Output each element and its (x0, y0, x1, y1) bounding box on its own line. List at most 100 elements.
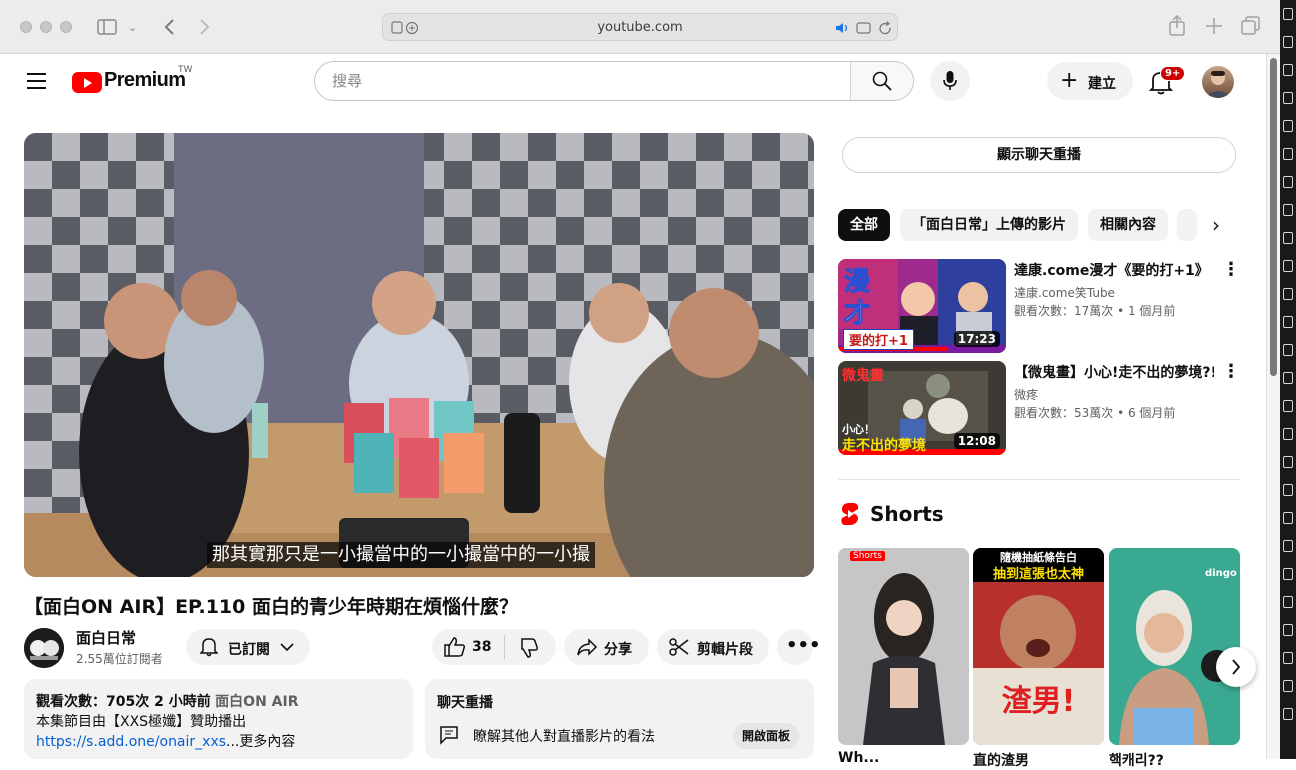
channel-avatar[interactable] (24, 628, 64, 668)
thumbnail-text: 才 (843, 299, 871, 330)
background-window-strip (1280, 0, 1296, 759)
show-more-button[interactable]: ...更多內容 (226, 734, 295, 750)
share-arrow-icon (577, 638, 598, 656)
youtube-logo-icon[interactable] (72, 72, 102, 93)
window-zoom-button[interactable] (60, 21, 72, 33)
thumbs-down-icon[interactable] (517, 638, 539, 658)
forward-icon[interactable] (199, 18, 211, 36)
video-thumbnail[interactable]: 漫 才 要的打+1 17:23 (838, 259, 1006, 353)
chip-related[interactable]: 相關內容 (1088, 209, 1168, 241)
description-line: 本集節目由【XXS極孅】贊助播出 (36, 714, 247, 730)
chat-replay-text: 瞭解其他人對直播影片的看法 (473, 729, 655, 745)
more-actions-button[interactable]: ••• (777, 629, 821, 665)
clip-button[interactable]: 剪輯片段 (657, 629, 769, 665)
like-count[interactable]: 38 (472, 639, 491, 655)
recommendation-item[interactable]: 漫 才 要的打+1 17:23 達康.come漫才《要的打+1》 達康.come… (838, 259, 1240, 353)
sidebar-toggle-icon[interactable] (97, 19, 117, 35)
recommendation-item[interactable]: 微鬼畫 小心！ 走不出的夢境 12:08 【微鬼畫】小心!走不出的夢境?! 微疼… (838, 361, 1240, 455)
thumbnail-text: 走不出的夢境 (842, 438, 926, 454)
chat-replay-title: 聊天重播 (437, 695, 493, 711)
search-input[interactable]: 搜尋 (315, 62, 851, 100)
section-divider (838, 479, 1240, 480)
browser-toolbar: ⌄ youtube.com (0, 0, 1280, 54)
shorts-next-button[interactable] (1216, 647, 1256, 687)
subscribed-button[interactable]: 已訂閱 (186, 629, 310, 665)
address-bar[interactable]: youtube.com (382, 13, 898, 41)
short-overlay-text: dingo (1205, 568, 1237, 579)
short-item[interactable]: 隨機抽紙條告白 抽到這張也太神 渣男! (973, 548, 1104, 745)
more-horizontal-icon: ••• (786, 635, 821, 656)
window-close-button[interactable] (20, 21, 32, 33)
video-title: 【面白ON AIR】EP.110 面白的青少年時期在煩惱什麼？ (24, 596, 518, 618)
video-player[interactable]: 那其實那只是一小撮當中的一小撮當中的一小撮 (24, 133, 814, 577)
voice-search-button[interactable] (930, 61, 970, 101)
open-panel-button[interactable]: 開啟面板 (733, 723, 800, 749)
short-item[interactable]: dingo (1109, 548, 1240, 745)
short-title[interactable]: 直的渣男 (973, 750, 1104, 770)
logo-text[interactable]: Premium (104, 69, 186, 92)
search-button[interactable] (850, 62, 913, 100)
short-overlay-text: Shorts (850, 551, 885, 561)
bell-icon (200, 638, 218, 657)
share-label: 分享 (604, 642, 632, 658)
create-button[interactable]: + 建立 (1047, 62, 1133, 100)
shorts-section-title: Shorts (870, 502, 944, 526)
chip-channel-uploads[interactable]: 「面白日常」上傳的影片 (900, 209, 1078, 241)
share-icon[interactable] (1168, 15, 1186, 37)
plus-icon: + (1060, 68, 1079, 93)
scissors-icon (669, 638, 689, 656)
subscriber-count: 2.55萬位訂閱者 (76, 652, 163, 666)
short-item[interactable]: Shorts (838, 548, 969, 745)
back-icon[interactable] (163, 18, 175, 36)
masthead: Premium TW 搜尋 + 建立 9+ (0, 54, 1266, 110)
new-tab-icon[interactable] (1205, 17, 1223, 35)
chat-icon (440, 726, 458, 745)
thumbs-up-icon[interactable] (444, 637, 466, 657)
video-frame (24, 133, 814, 577)
url-text: youtube.com (597, 20, 683, 35)
description-link[interactable]: https://s.add.one/onair_xxs (36, 734, 226, 750)
clip-label: 剪輯片段 (697, 642, 753, 658)
recommendation-meta: 觀看次數：17萬次 • 1 個月前 (1014, 304, 1176, 318)
share-button[interactable]: 分享 (564, 629, 649, 665)
shorts-logo-icon (841, 503, 859, 525)
window-minimize-button[interactable] (40, 21, 52, 33)
description-box[interactable]: 觀看次數：705次 2 小時前 面白ON AIR 本集節目由【XXS極孅】贊助播… (24, 679, 413, 759)
more-vertical-icon[interactable]: ⋮ (1222, 361, 1240, 385)
account-avatar[interactable] (1202, 66, 1234, 98)
notification-count-badge: 9+ (1160, 66, 1186, 81)
chevron-right-icon[interactable]: › (1198, 209, 1234, 241)
chevron-down-icon[interactable]: ⌄ (128, 20, 137, 36)
short-overlay-text: 抽到這張也太神 (992, 567, 1084, 582)
view-stats: 觀看次數：705次 2 小時前 (36, 694, 211, 710)
search-box: 搜尋 (314, 61, 914, 101)
recommendation-channel[interactable]: 達康.come笑Tube (1014, 284, 1115, 301)
more-vertical-icon[interactable]: ⋮ (1222, 259, 1240, 283)
region-code: TW (178, 65, 193, 75)
hashtag[interactable]: 面白ON AIR (215, 694, 298, 710)
video-thumbnail[interactable]: 微鬼畫 小心！ 走不出的夢境 12:08 (838, 361, 1006, 455)
video-caption: 那其實那只是一小撮當中的一小撮當中的一小撮 (207, 542, 595, 568)
menu-icon[interactable] (27, 73, 46, 89)
short-title[interactable]: 핵캐리?? (1109, 750, 1240, 770)
recommendation-channel[interactable]: 微疼 (1014, 386, 1038, 403)
scrollbar-thumb[interactable] (1270, 58, 1277, 376)
show-chat-replay-button[interactable]: 顯示聊天重播 (842, 137, 1236, 173)
like-dislike-group: 38 (432, 629, 556, 665)
duration-badge: 12:08 (953, 433, 1000, 449)
recommendation-title[interactable]: 【微鬼畫】小心!走不出的夢境?! (1014, 363, 1214, 383)
chat-replay-box: 聊天重播 瞭解其他人對直播影片的看法 開啟面板 (425, 679, 814, 759)
tab-audio-icon[interactable] (835, 21, 893, 35)
duration-badge: 17:23 (953, 331, 1000, 347)
tab-overview-icon[interactable] (1241, 16, 1261, 36)
chip-all[interactable]: 全部 (838, 209, 890, 241)
microphone-icon (943, 71, 957, 90)
channel-name[interactable]: 面白日常 (76, 627, 136, 648)
chip-partial[interactable] (1177, 209, 1197, 241)
recommendation-title[interactable]: 達康.come漫才《要的打+1》 (1014, 261, 1214, 281)
thumbnail-caption: 要的打+1 (843, 329, 914, 350)
page-scrollbar[interactable] (1266, 54, 1280, 759)
subscribed-label: 已訂閱 (228, 642, 270, 658)
thumbnail-tag: 微鬼畫 (842, 368, 884, 384)
short-title[interactable]: Wh... (838, 750, 969, 766)
